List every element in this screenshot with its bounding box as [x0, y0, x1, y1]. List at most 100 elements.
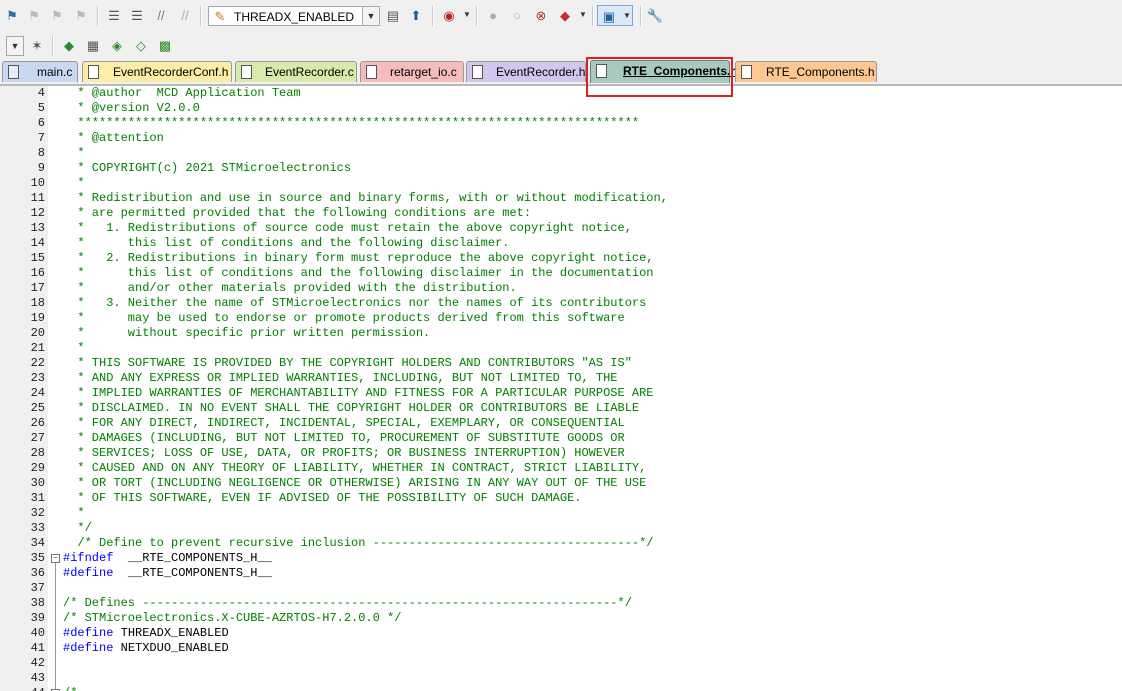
code-line[interactable]: /*	[63, 686, 77, 691]
code-line[interactable]: *	[63, 506, 85, 520]
breakpoint-kill-icon[interactable]: ◆	[556, 6, 574, 24]
code-line[interactable]: #define NETXDUO_ENABLED	[63, 641, 229, 655]
comment-text: * THIS SOFTWARE IS PROVIDED BY THE COPYR…	[63, 356, 632, 370]
pack-installer-icon[interactable]: ◈	[108, 36, 126, 54]
code-line[interactable]: * THIS SOFTWARE IS PROVIDED BY THE COPYR…	[63, 356, 632, 370]
preprocessor-keyword: #ifndef	[63, 551, 114, 565]
comment-icon[interactable]: //	[152, 6, 170, 24]
line-number: 14	[30, 236, 45, 250]
code-line[interactable]: #define __RTE_COMPONENTS_H__	[63, 566, 272, 580]
line-number: 40	[30, 626, 45, 640]
comment-text: *	[63, 341, 85, 355]
code-line[interactable]: * FOR ANY DIRECT, INDIRECT, INCIDENTAL, …	[63, 416, 624, 430]
code-line[interactable]: * DAMAGES (INCLUDING, BUT NOT LIMITED TO…	[63, 431, 625, 445]
flag-icon[interactable]: ⚑	[3, 6, 21, 24]
chevron-down-icon[interactable]: ▼	[574, 6, 592, 24]
code-line[interactable]: /* Defines -----------------------------…	[63, 596, 632, 610]
tab-retarget-io-c[interactable]: retarget_io.c	[360, 61, 464, 82]
line-number: 10	[30, 176, 45, 190]
target-combo-value: THREADX_ENABLED	[234, 10, 355, 24]
find-in-files-icon[interactable]: ▤	[384, 6, 402, 24]
line-number: 11	[30, 191, 45, 205]
code-line[interactable]: *	[63, 341, 85, 355]
bookmark-clear-icon[interactable]: ⚑	[72, 6, 90, 24]
code-line[interactable]: * may be used to endorse or promote prod…	[63, 311, 624, 325]
code-editor[interactable]: 4 5 6 7 8 9 10 11 12 13 14 15 16 17 18 19 20 21 22 23 24 25 26…	[0, 86, 1122, 691]
code-line[interactable]: * OF THIS SOFTWARE, EVEN IF ADVISED OF T…	[63, 491, 581, 505]
indent-icon[interactable]: ☰	[105, 6, 123, 24]
code-line[interactable]: * @version V2.0.0	[63, 101, 199, 115]
tab-eventrecorderconf-h[interactable]: EventRecorderConf.h	[82, 61, 232, 82]
line-number: 13	[30, 221, 45, 235]
tab-main-c[interactable]: main.c	[2, 61, 78, 82]
code-line[interactable]: * CAUSED AND ON ANY THEORY OF LIABILITY,…	[63, 461, 646, 475]
tab-label: RTE_Components.h	[623, 64, 738, 78]
code-line[interactable]: * COPYRIGHT(c) 2021 STMicroelectronics	[63, 161, 351, 175]
code-line[interactable]: ****************************************…	[63, 116, 639, 130]
chevron-down-icon[interactable]: ▼	[458, 6, 476, 24]
code-line[interactable]: #ifndef __RTE_COMPONENTS_H__	[63, 551, 272, 565]
bookmark-next-icon[interactable]: ⚑	[25, 6, 43, 24]
breakpoint-disable-icon[interactable]: ⊗	[532, 6, 550, 24]
breakpoint-enable-icon[interactable]: ○	[508, 6, 526, 24]
line-number: 32	[30, 506, 45, 520]
code-line[interactable]: * without specific prior written permiss…	[63, 326, 430, 340]
line-number: 36	[30, 566, 45, 580]
code-line[interactable]: * OR TORT (INCLUDING NEGLIGENCE OR OTHER…	[63, 476, 646, 490]
comment-text: *	[63, 506, 85, 520]
comment-text: * DAMAGES (INCLUDING, BUT NOT LIMITED TO…	[63, 431, 625, 445]
build-toolbar: ⚑ ⚑ ⚑ ⚑ ☰ ☰ // // ✎ THREADX_ENABLED ▼ ▤ …	[0, 0, 1122, 33]
code-line[interactable]: * are permitted provided that the follow…	[63, 206, 531, 220]
comment-text: /* Define to prevent recursive inclusion…	[63, 536, 654, 550]
line-number: 24	[30, 386, 45, 400]
comment-text: * Redistribution and use in source and b…	[63, 191, 668, 205]
code-line[interactable]: * @attention	[63, 131, 163, 145]
file-extensions-icon[interactable]: ▦	[84, 36, 102, 54]
line-number: 30	[30, 476, 45, 490]
bookmark-prev-icon[interactable]: ⚑	[48, 6, 66, 24]
project-dropdown[interactable]: ▼	[6, 36, 24, 56]
tab-rte-components-h[interactable]: RTE_Components.h	[735, 61, 877, 82]
fold-toggle-icon[interactable]: −	[51, 554, 60, 563]
code-line[interactable]: *	[63, 176, 84, 190]
magic-wand-icon[interactable]: ✶	[28, 36, 46, 54]
code-line[interactable]: * IMPLIED WARRANTIES OF MERCHANTABILITY …	[63, 386, 653, 400]
uncomment-icon[interactable]: //	[176, 6, 194, 24]
window-layout-button[interactable]: ▣ ▼	[597, 5, 633, 26]
tab-eventrecorder-h[interactable]: EventRecorder.h	[466, 61, 586, 82]
code-line[interactable]: * this list of conditions and the follow…	[63, 266, 653, 280]
target-combo[interactable]: ✎ THREADX_ENABLED ▼	[208, 6, 380, 26]
tab-rte-components-h-active[interactable]: RTE_Components.h	[590, 60, 738, 83]
manage-run-time-env-icon[interactable]: ◆	[60, 36, 78, 54]
code-line[interactable]: * and/or other materials provided with t…	[63, 281, 516, 295]
code-line[interactable]: * SERVICES; LOSS OF USE, DATA, OR PROFIT…	[63, 446, 624, 460]
code-line[interactable]: * Redistribution and use in source and b…	[63, 191, 668, 205]
comment-text: * 1. Redistributions of source code must…	[63, 221, 632, 235]
code-line[interactable]: /* Define to prevent recursive inclusion…	[63, 536, 654, 550]
line-number: 20	[30, 326, 45, 340]
code-line[interactable]: * @author MCD Application Team	[63, 86, 300, 100]
line-number: 4	[37, 86, 45, 100]
code-line[interactable]: * 3. Neither the name of STMicroelectron…	[63, 296, 646, 310]
code-line[interactable]: * this list of conditions and the follow…	[63, 236, 509, 250]
code-line[interactable]: /* STMicroelectronics.X-CUBE-AZRTOS-H7.2…	[63, 611, 401, 625]
debug-session-icon[interactable]: ◉	[440, 6, 458, 24]
incremental-find-icon[interactable]: ⬆	[407, 6, 425, 24]
code-line[interactable]: *	[63, 146, 84, 160]
code-line[interactable]: * 1. Redistributions of source code must…	[63, 221, 632, 235]
breakpoint-insert-icon[interactable]: ●	[484, 6, 502, 24]
tab-eventrecorder-c[interactable]: EventRecorder.c	[235, 61, 357, 82]
line-number-gutter: 4 5 6 7 8 9 10 11 12 13 14 15 16 17 18 19 20 21 22 23 24 25 26…	[0, 86, 48, 691]
chevron-down-icon[interactable]: ▼	[362, 7, 379, 25]
wrench-icon[interactable]: 🔧	[646, 6, 664, 24]
code-line[interactable]: * 2. Redistributions in binary form must…	[63, 251, 653, 265]
select-packs-icon[interactable]: ◇	[132, 36, 150, 54]
code-line[interactable]: */	[63, 521, 91, 535]
code-line[interactable]: * DISCLAIMED. IN NO EVENT SHALL THE COPY…	[63, 401, 639, 415]
code-line[interactable]: #define THREADX_ENABLED	[63, 626, 229, 640]
line-number: 29	[30, 461, 45, 475]
pack-update-icon[interactable]: ▩	[156, 36, 174, 54]
unindent-icon[interactable]: ☰	[128, 6, 146, 24]
code-line[interactable]: * AND ANY EXPRESS OR IMPLIED WARRANTIES,…	[63, 371, 617, 385]
separator	[200, 6, 202, 26]
